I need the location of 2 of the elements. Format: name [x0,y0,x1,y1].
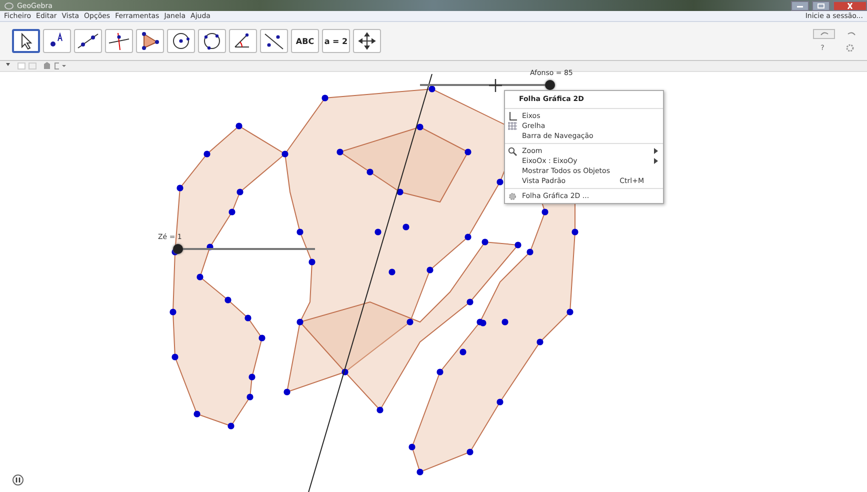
tool-button[interactable]: a = 2 [322,29,350,53]
tool-button[interactable]: ABC [291,29,319,53]
